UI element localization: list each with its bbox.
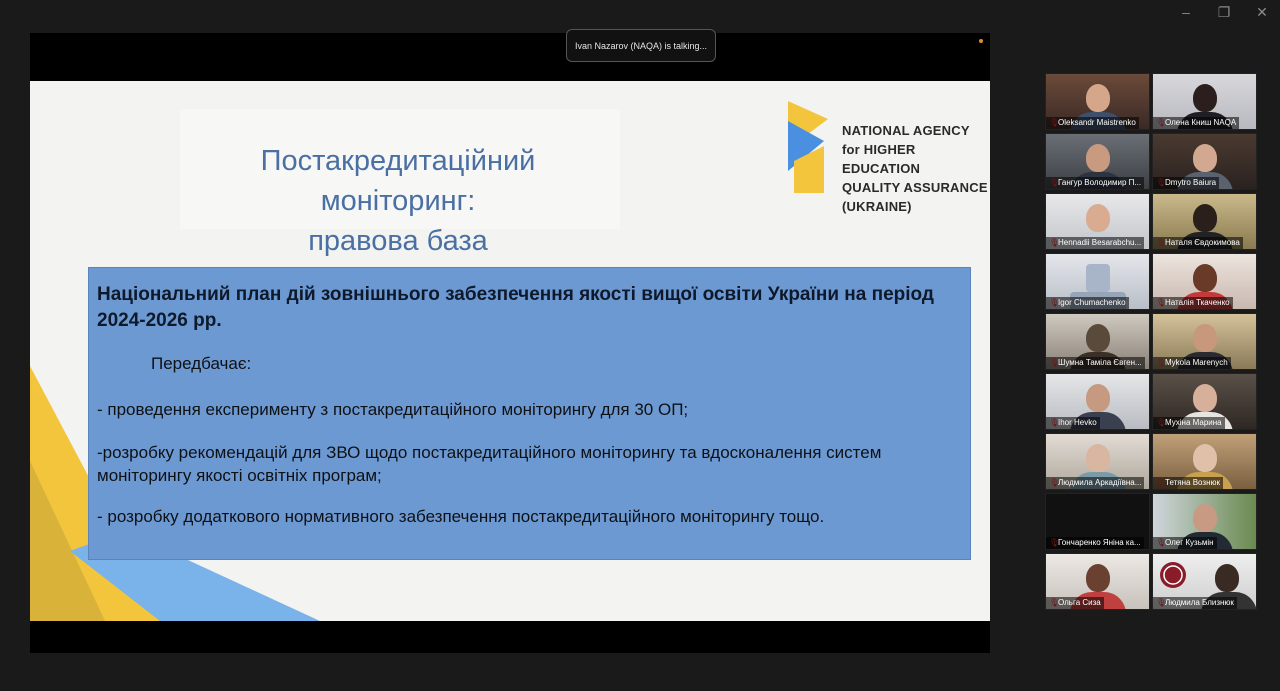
activity-dot: [979, 39, 983, 43]
participant-name: Людмила Близнюк: [1153, 597, 1237, 609]
participant-name: Олег Кузьмін: [1153, 537, 1217, 549]
participant-name: Шумна Таміла Євген...: [1046, 357, 1145, 369]
participant-tile[interactable]: 🎙 Олег Кузьмін: [1152, 493, 1257, 550]
participant-tile[interactable]: 🎙 Олена Книш NAQA: [1152, 73, 1257, 130]
participant-tile[interactable]: 🎙 Ihor Hevko: [1045, 373, 1150, 430]
participant-tile[interactable]: 🎙 Igor Chumachenko: [1045, 253, 1150, 310]
content-item: - проведення експерименту з постакредита…: [97, 400, 689, 419]
participant-tile[interactable]: 🎙 Ольга Сиза: [1045, 553, 1150, 610]
participant-name: Igor Chumachenko: [1046, 297, 1129, 309]
talking-indicator: Ivan Nazarov (NAQA) is talking...: [566, 29, 716, 62]
content-item: -розробку рекомендацій для ЗВО щодо пост…: [97, 443, 882, 485]
screen-share: Постакредитаційний моніторинг: правова б…: [30, 33, 990, 653]
participant-name: Dmytro Baiura: [1153, 177, 1220, 189]
slide-title-line2: правова база: [308, 225, 488, 257]
logo-line4: (UKRAINE): [842, 199, 912, 214]
participant-name: Mykola Marenych: [1153, 357, 1231, 369]
participant-tile[interactable]: 🎙 Людмила Близнюк: [1152, 553, 1257, 610]
logo-line3: QUALITY ASSURANCE: [842, 180, 988, 195]
participant-name: Гончаренко Яніна ка...: [1046, 537, 1144, 549]
logo-line1: NATIONAL AGENCY: [842, 123, 970, 138]
participant-tile[interactable]: 🎙 Mykola Marenych: [1152, 313, 1257, 370]
close-button[interactable]: ✕: [1252, 4, 1272, 21]
slide-title: Постакредитаційний моніторинг: правова б…: [180, 141, 616, 261]
participant-name: Hennadii Besarabchu...: [1046, 237, 1145, 249]
content-item: - розробку додаткового нормативного забе…: [97, 507, 825, 526]
participant-tile[interactable]: 🎙 Hennadii Besarabchu...: [1045, 193, 1150, 250]
participant-name: Людмила Аркадіївна...: [1046, 477, 1145, 489]
participant-tile[interactable]: 🎙 Гончаренко Яніна ка...: [1045, 493, 1150, 550]
participant-name: Oleksandr Maistrenko: [1046, 117, 1139, 129]
content-sub: Передбачає:: [151, 354, 252, 373]
participant-name: Наталя Євдокимова: [1153, 237, 1243, 249]
minimize-button[interactable]: –: [1176, 4, 1196, 21]
participant-name: Олена Книш NAQA: [1153, 117, 1240, 129]
participant-name: Тетяна Вознюк: [1153, 477, 1223, 489]
slide: Постакредитаційний моніторинг: правова б…: [30, 81, 990, 621]
participant-name: Гангур Володимир П...: [1046, 177, 1145, 189]
content-heading: Національний план дій зовнішнього забезп…: [97, 284, 934, 331]
restore-button[interactable]: ❐: [1214, 4, 1234, 21]
participant-tile[interactable]: 🎙 Oleksandr Maistrenko: [1045, 73, 1150, 130]
participant-name: Ольга Сиза: [1046, 597, 1104, 609]
slide-title-line1: Постакредитаційний моніторинг:: [260, 145, 536, 217]
participant-tile[interactable]: 🎙 Гангур Володимир П...: [1045, 133, 1150, 190]
participant-name: Наталія Ткаченко: [1153, 297, 1233, 309]
participant-tile[interactable]: 🎙 Людмила Аркадіївна...: [1045, 433, 1150, 490]
content-box: Національний план дій зовнішнього забезп…: [88, 267, 971, 560]
participant-tile[interactable]: 🎙 Тетяна Вознюк: [1152, 433, 1257, 490]
window-controls: – ❐ ✕: [1176, 4, 1272, 21]
university-crest-icon: [1160, 562, 1186, 588]
participant-name: Ihor Hevko: [1046, 417, 1100, 429]
participant-tile[interactable]: 🎙 Наталя Євдокимова: [1152, 193, 1257, 250]
logo-line2: for HIGHER EDUCATION: [842, 142, 921, 176]
participant-tile[interactable]: 🎙 Наталія Ткаченко: [1152, 253, 1257, 310]
participant-name: Мухіна Марина: [1153, 417, 1225, 429]
participant-tile[interactable]: 🎙 Шумна Таміла Євген...: [1045, 313, 1150, 370]
participant-tile[interactable]: 🎙 Dmytro Baiura: [1152, 133, 1257, 190]
logo-text: NATIONAL AGENCY for HIGHER EDUCATION QUA…: [842, 121, 990, 216]
participant-tile[interactable]: 🎙 Мухіна Марина: [1152, 373, 1257, 430]
